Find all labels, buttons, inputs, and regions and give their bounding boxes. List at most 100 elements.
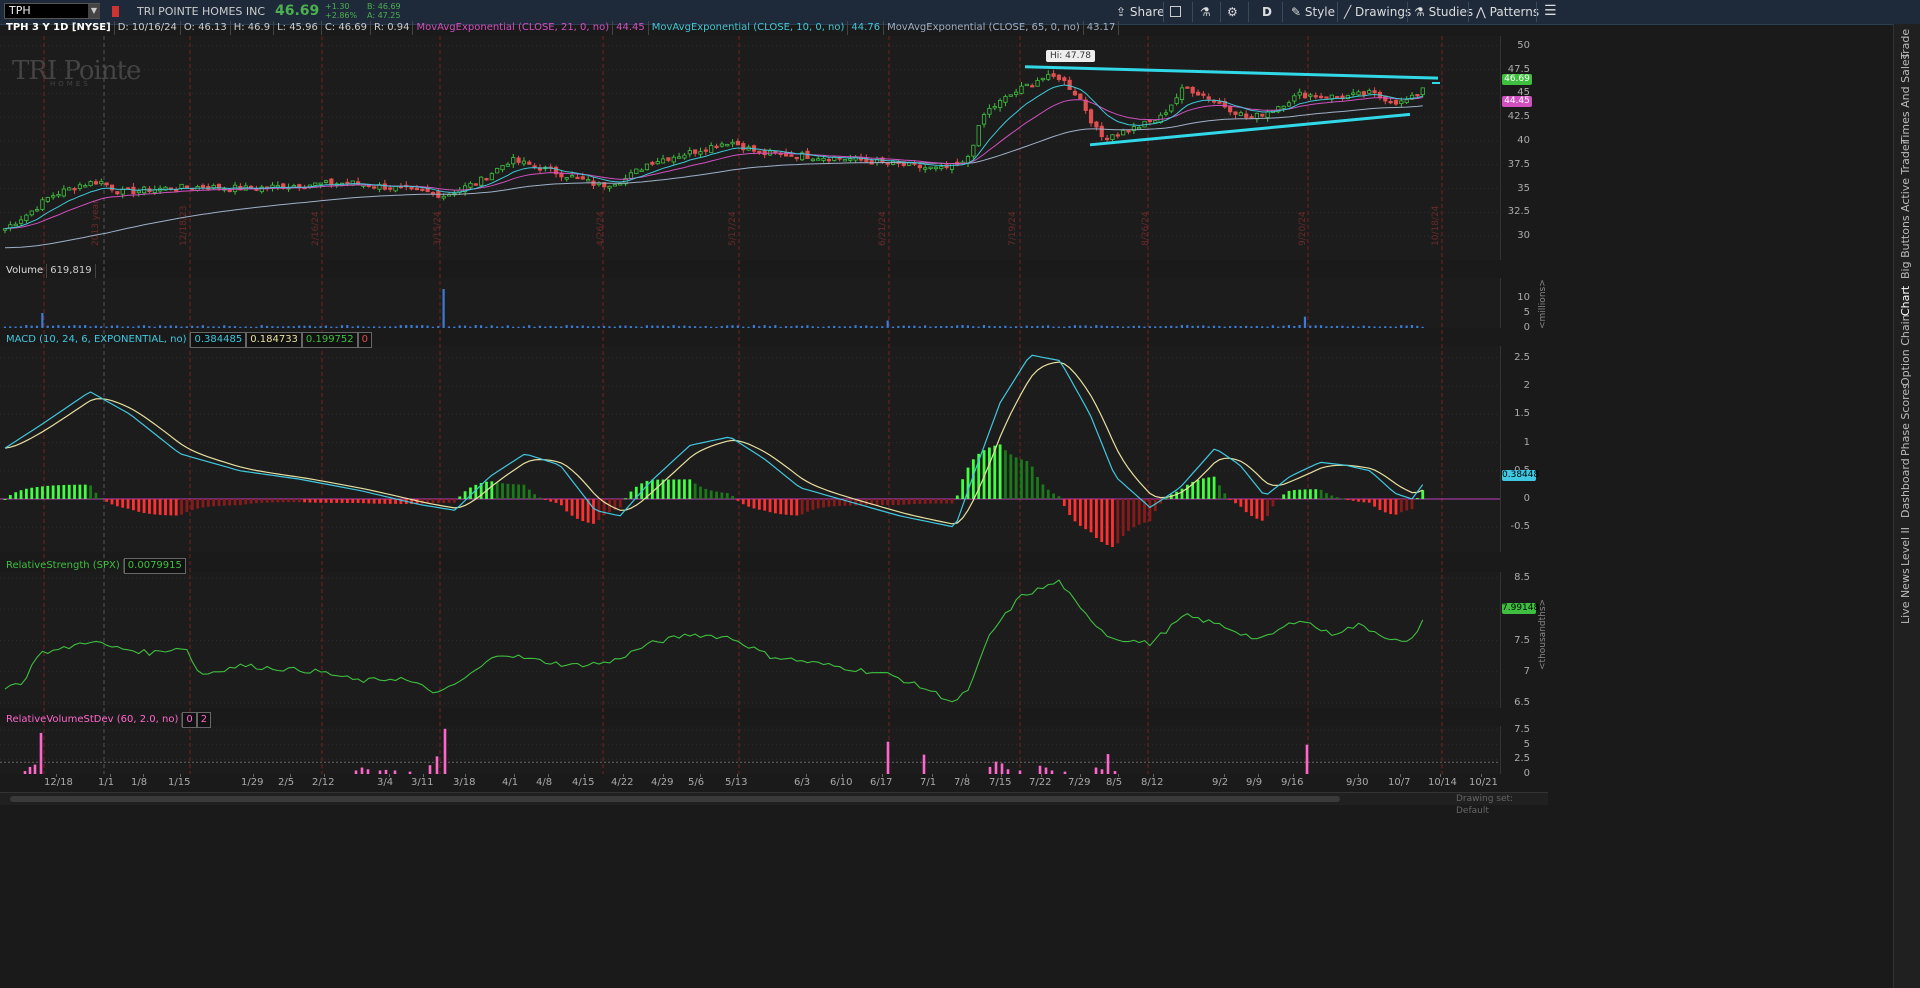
- candle-body: [789, 154, 794, 157]
- volume-bar: [1068, 326, 1071, 328]
- macd-histogram-bar: [367, 499, 371, 504]
- volume-bar: [1084, 325, 1087, 328]
- candle-body: [1388, 100, 1393, 104]
- side-tab-times-and-sales[interactable]: Times And Sales: [1899, 54, 1915, 144]
- scroll-thumb[interactable]: [10, 796, 1340, 802]
- macd-histogram-bar: [998, 444, 1002, 499]
- candle-body: [441, 195, 446, 199]
- candle-body: [816, 158, 821, 161]
- macd-histogram-bar: [1367, 499, 1371, 503]
- rs-label[interactable]: RelativeStrength (SPX): [3, 559, 124, 573]
- macd-zero: 0: [357, 332, 373, 348]
- macd-histogram-bar: [351, 499, 355, 503]
- side-tab-dashboard[interactable]: Dashboard: [1899, 458, 1915, 518]
- macd-histogram-bar: [838, 499, 841, 506]
- volume-bar: [68, 325, 71, 328]
- candle-body: [184, 185, 189, 189]
- volume-bar: [25, 325, 28, 328]
- volume-bar: [720, 326, 723, 328]
- price-axis-label: 32.5: [1507, 206, 1530, 218]
- volume-bar: [913, 325, 916, 328]
- macd-histogram-bar: [779, 499, 783, 515]
- side-tab-live-news[interactable]: Live News: [1899, 568, 1915, 624]
- candle-body: [323, 180, 329, 183]
- candle-body: [586, 179, 591, 182]
- volume-bar: [35, 325, 39, 328]
- candle-body: [1163, 112, 1169, 115]
- candle-body: [1040, 77, 1045, 81]
- macd-histogram-bar: [650, 479, 654, 499]
- macd-histogram-bar: [1132, 499, 1136, 528]
- volume-bar: [94, 325, 97, 328]
- candle-body: [414, 187, 420, 191]
- x-axis-label: 1/15: [168, 777, 191, 788]
- x-axis-label: 4/22: [611, 777, 634, 788]
- macd-histogram-bar: [1137, 499, 1141, 525]
- candle-body: [1260, 113, 1265, 117]
- side-tab-option-chain[interactable]: Option Chain: [1899, 314, 1915, 386]
- menu-button[interactable]: ☰: [1544, 2, 1557, 20]
- macd-histogram-bar: [260, 499, 264, 503]
- macd-histogram-bar: [1330, 495, 1334, 499]
- side-tab-chart[interactable]: Chart: [1899, 286, 1915, 316]
- candle-body: [735, 140, 741, 146]
- side-tab-active-trader[interactable]: Active Trader: [1899, 140, 1915, 212]
- x-axis-label: 3/18: [453, 777, 476, 788]
- candle-body: [313, 182, 318, 186]
- chart-canvas[interactable]: 2013 year 12/18/23 2/16/24 3/15/24 4/26/24 5/…: [0, 0, 1500, 790]
- macd-histogram-bar: [436, 499, 440, 503]
- drawing-set-label[interactable]: Drawing set: Default: [1456, 793, 1548, 817]
- candle-body: [1228, 106, 1233, 113]
- candle-body: [473, 183, 478, 186]
- macd-histogram-bar: [506, 483, 510, 499]
- ema21-label[interactable]: MovAvgExponential (CLOSE, 21, 0, no): [413, 21, 614, 35]
- candle-body: [61, 188, 66, 197]
- macd-histogram-bar: [94, 492, 98, 499]
- macd-histogram-bar: [763, 499, 767, 511]
- side-tab-level-ii[interactable]: Level II: [1899, 526, 1915, 566]
- volume-bar: [875, 326, 879, 328]
- volume-bar: [1089, 326, 1093, 328]
- side-tab-phase-scores[interactable]: Phase Scores: [1899, 383, 1915, 456]
- volume-bar: [784, 326, 788, 328]
- x-axis-label: 4/1: [502, 777, 519, 788]
- volume-bar: [324, 325, 327, 328]
- candle-body: [580, 176, 585, 180]
- volume-bar: [758, 326, 761, 328]
- volume-bar: [490, 325, 493, 328]
- rv-bar: [886, 741, 890, 774]
- volume-bar: [1063, 326, 1066, 328]
- price-axis-label: 50: [1517, 39, 1530, 51]
- volume-bar: [619, 325, 622, 328]
- rv-axis-label: 0: [1523, 768, 1530, 779]
- candle-body: [120, 188, 125, 195]
- candle-body: [976, 125, 981, 147]
- side-tab-big-buttons[interactable]: Big Buttons: [1899, 215, 1915, 279]
- volume-label[interactable]: Volume: [3, 264, 48, 278]
- volume-bar: [287, 326, 290, 328]
- volume-bar: [1143, 326, 1146, 328]
- macd-label[interactable]: MACD (10, 24, 6, EXPONENTIAL, no): [3, 333, 191, 347]
- ema65-label[interactable]: MovAvgExponential (CLOSE, 65, 0, no): [884, 21, 1084, 35]
- volume-bar: [886, 320, 889, 328]
- candle-body: [24, 214, 29, 221]
- macd-histogram-bar: [276, 499, 280, 503]
- ema10-label[interactable]: MovAvgExponential (CLOSE, 10, 0, no): [649, 21, 849, 35]
- macd-histogram-bar: [329, 499, 333, 503]
- horizontal-scrollbar[interactable]: Drawing set: Default: [0, 792, 1548, 816]
- candle-body: [639, 169, 644, 172]
- volume-axis-label: 5: [1523, 307, 1530, 318]
- candle-body: [650, 161, 655, 165]
- rv-label[interactable]: RelativeVolumeStDev (60, 2.0, no): [3, 713, 183, 727]
- volume-bar: [1239, 326, 1242, 328]
- x-axis-tick: [842, 774, 843, 777]
- macd-histogram-bar: [41, 486, 44, 499]
- bar-close: C: 46.69: [322, 21, 371, 35]
- candle-body: [687, 150, 692, 155]
- x-axis-label: 8/5: [1106, 777, 1123, 788]
- macd-histogram-bar: [51, 485, 55, 499]
- volume-bar: [592, 326, 595, 328]
- macd-histogram-bar: [297, 499, 301, 503]
- macd-histogram-bar: [533, 494, 537, 499]
- macd-histogram-bar: [517, 484, 520, 499]
